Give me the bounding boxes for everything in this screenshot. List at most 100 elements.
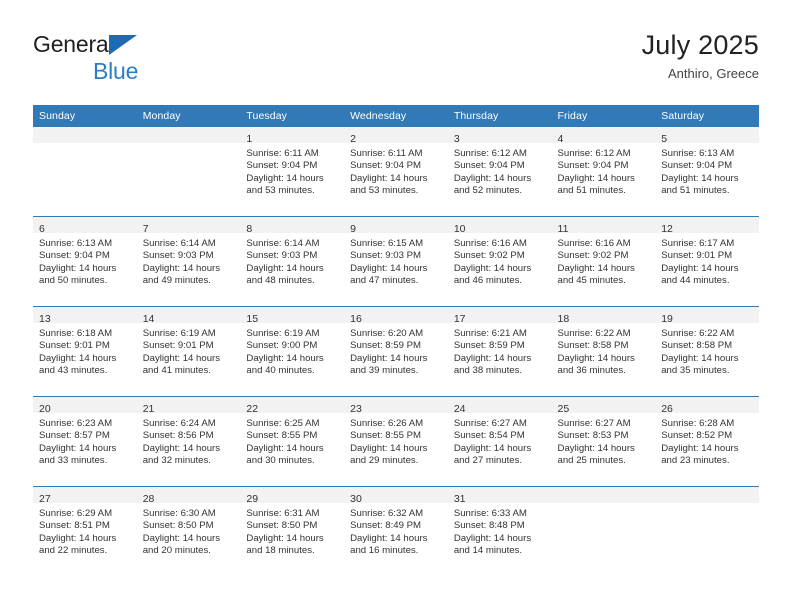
calendar-day-cell[interactable]: 8 Sunrise: 6:14 AM Sunset: 9:03 PM Daylight… bbox=[240, 216, 345, 307]
daylight-line-1: Daylight: 14 hours bbox=[246, 172, 324, 184]
calendar-day-cell[interactable]: 20 Sunrise: 6:23 AM Sunset: 8:57 PM Dayligh… bbox=[33, 396, 137, 487]
day-cell-inner: 31 Sunrise: 6:33 AM Sunset: 8:48 PM Dayligh… bbox=[447, 487, 552, 576]
daylight-line-1: Daylight: 14 hours bbox=[661, 352, 739, 364]
calendar-day-cell[interactable]: 6 Sunrise: 6:13 AM Sunset: 9:04 PM Daylight… bbox=[33, 216, 137, 307]
sunrise-line: Sunrise: 6:24 AM bbox=[142, 418, 216, 429]
calendar-day-cell[interactable]: 29 Sunrise: 6:31 AM Sunset: 8:50 PM Dayligh… bbox=[240, 486, 345, 576]
day-cell-inner: 24 Sunrise: 6:27 AM Sunset: 8:54 PM Dayligh… bbox=[447, 397, 552, 486]
calendar-day-cell[interactable]: 22 Sunrise: 6:25 AM Sunset: 8:55 PM Dayligh… bbox=[240, 396, 345, 487]
day-cell-inner: 12 Sunrise: 6:17 AM Sunset: 9:01 PM Dayligh… bbox=[655, 217, 759, 306]
calendar-day-cell[interactable]: 19 Sunrise: 6:22 AM Sunset: 8:58 PM Dayligh… bbox=[655, 306, 759, 397]
day-number-band: 4 bbox=[551, 127, 656, 145]
sunrise-line: Sunrise: 6:23 AM bbox=[39, 418, 113, 429]
day-cell-inner bbox=[136, 127, 241, 216]
calendar-day-cell[interactable]: 7 Sunrise: 6:14 AM Sunset: 9:03 PM Daylight… bbox=[136, 216, 241, 307]
calendar-day-cell[interactable]: 13 Sunrise: 6:18 AM Sunset: 9:01 PM Dayligh… bbox=[33, 306, 137, 397]
sunrise-line: Sunrise: 6:30 AM bbox=[142, 508, 216, 519]
day-number: 12 bbox=[661, 223, 673, 235]
calendar-day-cell[interactable]: 5 Sunrise: 6:13 AM Sunset: 9:04 PM Daylight… bbox=[655, 127, 759, 217]
calendar-day-cell[interactable]: 3 Sunrise: 6:12 AM Sunset: 9:04 PM Daylight… bbox=[447, 127, 552, 217]
sunrise-line: Sunrise: 6:16 AM bbox=[453, 238, 527, 249]
calendar-day-cell[interactable]: 24 Sunrise: 6:27 AM Sunset: 8:54 PM Dayligh… bbox=[447, 396, 552, 487]
day-number-band bbox=[33, 127, 137, 143]
daylight-line-2: and 44 minutes. bbox=[661, 275, 730, 287]
day-number-band: 13 bbox=[33, 307, 137, 325]
day-cell-inner: 23 Sunrise: 6:26 AM Sunset: 8:55 PM Dayligh… bbox=[344, 397, 448, 486]
logo-triangle-icon bbox=[109, 35, 137, 55]
daylight-line-2: and 29 minutes. bbox=[350, 455, 419, 467]
calendar-day-cell[interactable]: 15 Sunrise: 6:19 AM Sunset: 9:00 PM Dayligh… bbox=[240, 306, 345, 397]
calendar-day-cell-empty bbox=[33, 127, 137, 217]
sunrise-line: Sunrise: 6:14 AM bbox=[142, 238, 216, 249]
sunset-line: Sunset: 9:04 PM bbox=[557, 160, 629, 172]
day-cell-details: Sunrise: 6:32 AM Sunset: 8:49 PM Daylight:… bbox=[344, 503, 448, 558]
day-number: 24 bbox=[453, 403, 466, 415]
daylight-line-1: Daylight: 14 hours bbox=[350, 352, 428, 364]
sunset-line: Sunset: 9:02 PM bbox=[453, 250, 525, 262]
daylight-line-2: and 47 minutes. bbox=[350, 275, 419, 287]
sunset-line: Sunset: 9:01 PM bbox=[39, 340, 110, 352]
calendar-day-cell[interactable]: 9 Sunrise: 6:15 AM Sunset: 9:03 PM Daylight… bbox=[344, 216, 448, 307]
daylight-line-2: and 41 minutes. bbox=[142, 365, 211, 377]
day-cell-details: Sunrise: 6:13 AM Sunset: 9:04 PM Daylight:… bbox=[33, 233, 137, 288]
daylight-line-1: Daylight: 14 hours bbox=[453, 442, 532, 454]
day-cell-inner: 5 Sunrise: 6:13 AM Sunset: 9:04 PM Daylight… bbox=[655, 127, 759, 216]
calendar-day-cell[interactable]: 21 Sunrise: 6:24 AM Sunset: 8:56 PM Dayligh… bbox=[136, 396, 241, 487]
day-number: 29 bbox=[246, 493, 259, 505]
weekday-header-friday: Friday bbox=[551, 105, 656, 127]
calendar-day-cell[interactable]: 10 Sunrise: 6:16 AM Sunset: 9:02 PM Dayligh… bbox=[447, 216, 552, 307]
day-cell-details: Sunrise: 6:16 AM Sunset: 9:02 PM Daylight:… bbox=[448, 233, 552, 288]
calendar-day-cell[interactable]: 27 Sunrise: 6:29 AM Sunset: 8:51 PM Dayligh… bbox=[33, 486, 137, 576]
day-cell-details: Sunrise: 6:31 AM Sunset: 8:50 PM Daylight:… bbox=[240, 503, 344, 558]
day-number: 13 bbox=[39, 313, 51, 325]
day-cell-details: Sunrise: 6:28 AM Sunset: 8:52 PM Daylight:… bbox=[655, 413, 759, 468]
daylight-line-1: Daylight: 14 hours bbox=[39, 442, 117, 454]
calendar-day-cell[interactable]: 18 Sunrise: 6:22 AM Sunset: 8:58 PM Dayligh… bbox=[551, 306, 656, 397]
day-number: 31 bbox=[453, 493, 466, 505]
calendar-day-cell[interactable]: 28 Sunrise: 6:30 AM Sunset: 8:50 PM Dayligh… bbox=[136, 486, 241, 576]
daylight-line-1: Daylight: 14 hours bbox=[246, 532, 324, 544]
day-cell-inner: 19 Sunrise: 6:22 AM Sunset: 8:58 PM Dayligh… bbox=[655, 307, 759, 396]
weekday-header-saturday: Saturday bbox=[655, 105, 759, 127]
calendar-day-cell[interactable]: 23 Sunrise: 6:26 AM Sunset: 8:55 PM Dayligh… bbox=[344, 396, 448, 487]
page-header: General Blue July 2025 Anthiro, Greece bbox=[33, 28, 759, 94]
sunset-line: Sunset: 8:50 PM bbox=[246, 520, 318, 532]
day-cell-inner: 30 Sunrise: 6:32 AM Sunset: 8:49 PM Dayligh… bbox=[344, 487, 448, 576]
sunrise-line: Sunrise: 6:16 AM bbox=[557, 238, 631, 249]
day-number: 8 bbox=[246, 223, 253, 235]
logo-word-blue: Blue bbox=[93, 58, 139, 84]
daylight-line-2: and 30 minutes. bbox=[246, 455, 315, 467]
day-cell-inner: 22 Sunrise: 6:25 AM Sunset: 8:55 PM Dayligh… bbox=[240, 397, 345, 486]
day-number: 4 bbox=[557, 133, 564, 145]
calendar-day-cell[interactable]: 17 Sunrise: 6:21 AM Sunset: 8:59 PM Dayligh… bbox=[447, 306, 552, 397]
calendar-day-cell[interactable]: 16 Sunrise: 6:20 AM Sunset: 8:59 PM Dayligh… bbox=[344, 306, 448, 397]
sunset-line: Sunset: 8:50 PM bbox=[142, 520, 214, 532]
general-blue-logo[interactable]: General Blue bbox=[33, 33, 253, 89]
day-number-band: 1 bbox=[240, 127, 345, 145]
calendar-day-cell[interactable]: 30 Sunrise: 6:32 AM Sunset: 8:49 PM Dayligh… bbox=[344, 486, 448, 576]
calendar-day-cell[interactable]: 31 Sunrise: 6:33 AM Sunset: 8:48 PM Dayligh… bbox=[447, 486, 552, 576]
day-number: 11 bbox=[557, 223, 569, 235]
day-number: 25 bbox=[557, 403, 570, 415]
daylight-line-2: and 40 minutes. bbox=[246, 365, 315, 377]
day-cell-details: Sunrise: 6:22 AM Sunset: 8:58 PM Daylight:… bbox=[552, 323, 656, 378]
title-block: July 2025 Anthiro, Greece bbox=[642, 28, 759, 83]
day-cell-details: Sunrise: 6:20 AM Sunset: 8:59 PM Daylight:… bbox=[344, 323, 448, 378]
sunrise-line: Sunrise: 6:20 AM bbox=[350, 328, 424, 339]
calendar-day-cell[interactable]: 1 Sunrise: 6:11 AM Sunset: 9:04 PM Daylight… bbox=[240, 127, 345, 217]
logo-bottom-row: Blue bbox=[33, 60, 253, 86]
daylight-line-2: and 53 minutes. bbox=[246, 185, 315, 197]
calendar-day-cell[interactable]: 26 Sunrise: 6:28 AM Sunset: 8:52 PM Dayligh… bbox=[655, 396, 759, 487]
calendar-day-cell[interactable]: 25 Sunrise: 6:27 AM Sunset: 8:53 PM Dayligh… bbox=[551, 396, 656, 487]
calendar-day-cell[interactable]: 11 Sunrise: 6:16 AM Sunset: 9:02 PM Dayligh… bbox=[551, 216, 656, 307]
calendar-day-cell[interactable]: 4 Sunrise: 6:12 AM Sunset: 9:04 PM Daylight… bbox=[551, 127, 656, 217]
calendar-day-cell[interactable]: 14 Sunrise: 6:19 AM Sunset: 9:01 PM Dayligh… bbox=[136, 306, 241, 397]
calendar-day-cell[interactable]: 12 Sunrise: 6:17 AM Sunset: 9:01 PM Dayligh… bbox=[655, 216, 759, 307]
daylight-line-1: Daylight: 14 hours bbox=[142, 442, 221, 454]
calendar-day-cell[interactable]: 2 Sunrise: 6:11 AM Sunset: 9:04 PM Daylight… bbox=[344, 127, 448, 217]
day-cell-inner: 6 Sunrise: 6:13 AM Sunset: 9:04 PM Daylight… bbox=[33, 217, 137, 306]
day-number-band: 12 bbox=[655, 217, 759, 235]
sunrise-line: Sunrise: 6:22 AM bbox=[557, 328, 631, 339]
logo-top-row: General bbox=[33, 33, 253, 59]
day-number: 16 bbox=[350, 313, 362, 325]
